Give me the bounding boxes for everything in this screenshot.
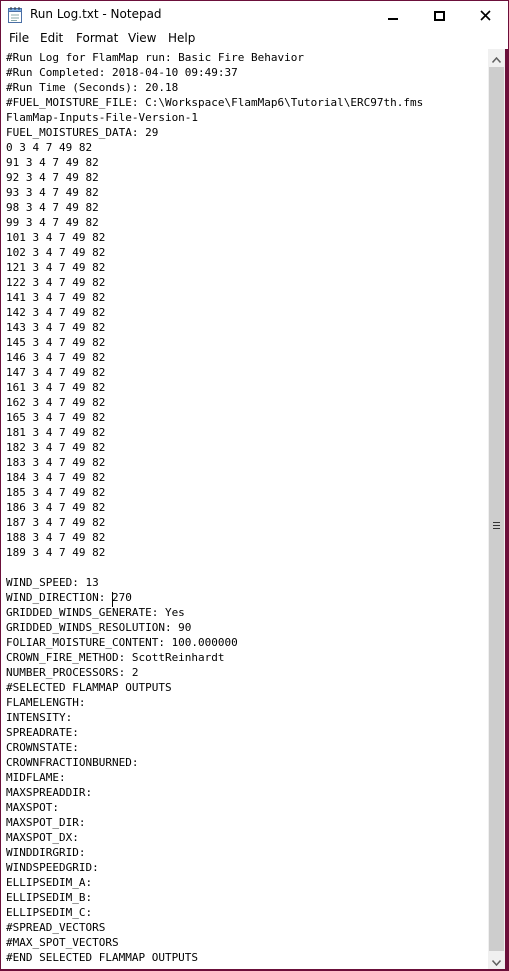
text-line: #SELECTED FLAMMAP OUTPUTS bbox=[6, 681, 172, 694]
text-line: 188 3 4 7 49 82 bbox=[6, 531, 106, 544]
text-line: ELLIPSEDIM_B: bbox=[6, 891, 93, 904]
notepad-window: Run Log.txt - Notepad File Edit Format V… bbox=[0, 0, 509, 971]
text-line: MIDFLAME: bbox=[6, 771, 66, 784]
text-line: CROWNFRACTIONBURNED: bbox=[6, 756, 139, 769]
close-button[interactable] bbox=[462, 1, 508, 30]
text-line: NUMBER_PROCESSORS: 2 bbox=[6, 666, 139, 679]
text-line: #Run Log for FlamMap run: Basic Fire Beh… bbox=[6, 51, 305, 64]
text-line: GRIDDED_WINDS_GENERATE: Yes bbox=[6, 606, 185, 619]
minimize-button[interactable] bbox=[370, 1, 416, 30]
text-line: 91 3 4 7 49 82 bbox=[6, 156, 99, 169]
maximize-icon bbox=[433, 6, 445, 25]
text-line: ELLIPSEDIM_C: bbox=[6, 906, 93, 919]
menu-view[interactable]: View bbox=[127, 31, 157, 45]
maximize-button[interactable] bbox=[416, 1, 462, 30]
text-line: MAXSPOT: bbox=[6, 801, 59, 814]
arrow-down-icon bbox=[491, 951, 502, 970]
text-line: 162 3 4 7 49 82 bbox=[6, 396, 106, 409]
text-line: WIND_DIRECTION: 270 bbox=[6, 591, 132, 604]
text-line: FlamMap-Inputs-File-Version-1 bbox=[6, 111, 199, 124]
window-title: Run Log.txt - Notepad bbox=[30, 7, 162, 21]
text-line: 165 3 4 7 49 82 bbox=[6, 411, 106, 424]
title-bar[interactable]: Run Log.txt - Notepad bbox=[1, 1, 508, 30]
text-line: 186 3 4 7 49 82 bbox=[6, 501, 106, 514]
text-line: 161 3 4 7 49 82 bbox=[6, 381, 106, 394]
text-line: 92 3 4 7 49 82 bbox=[6, 171, 99, 184]
text-line: MAXSPOT_DX: bbox=[6, 831, 79, 844]
text-editor[interactable]: #Run Log for FlamMap run: Basic Fire Beh… bbox=[1, 49, 488, 969]
text-line: 187 3 4 7 49 82 bbox=[6, 516, 106, 529]
text-line: CROWNSTATE: bbox=[6, 741, 79, 754]
text-line: #END SELECTED FLAMMAP OUTPUTS bbox=[6, 951, 199, 964]
text-line: 101 3 4 7 49 82 bbox=[6, 231, 106, 244]
text-line: WINDSPEEDGRID: bbox=[6, 861, 99, 874]
text-line: #SPREAD_VECTORS bbox=[6, 921, 106, 934]
notepad-icon bbox=[8, 7, 22, 23]
text-line: 102 3 4 7 49 82 bbox=[6, 246, 106, 259]
text-line: 183 3 4 7 49 82 bbox=[6, 456, 106, 469]
text-line: SPREADRATE: bbox=[6, 726, 79, 739]
text-line: 0 3 4 7 49 82 bbox=[6, 141, 93, 154]
menu-bar: File Edit Format View Help bbox=[1, 30, 508, 50]
text-line: #MAX_SPOT_VECTORS bbox=[6, 936, 119, 949]
text-line: 189 3 4 7 49 82 bbox=[6, 546, 106, 559]
text-line: FUEL_MOISTURES_DATA: 29 bbox=[6, 126, 159, 139]
text-line: 147 3 4 7 49 82 bbox=[6, 366, 106, 379]
text-line: 185 3 4 7 49 82 bbox=[6, 486, 106, 499]
text-line: #Run Completed: 2018-04-10 09:49:37 bbox=[6, 66, 238, 79]
scroll-down-button[interactable] bbox=[488, 952, 505, 969]
scrollbar-thumb[interactable] bbox=[489, 67, 504, 951]
text-line: 182 3 4 7 49 82 bbox=[6, 441, 106, 454]
arrow-up-icon bbox=[491, 48, 502, 67]
text-line: #FUEL_MOISTURE_FILE: C:\Workspace\FlamMa… bbox=[6, 96, 424, 109]
text-line: 146 3 4 7 49 82 bbox=[6, 351, 106, 364]
text-line: 122 3 4 7 49 82 bbox=[6, 276, 106, 289]
vertical-scrollbar[interactable] bbox=[488, 49, 505, 969]
text-line: 141 3 4 7 49 82 bbox=[6, 291, 106, 304]
menu-help[interactable]: Help bbox=[167, 31, 196, 45]
grip-icon bbox=[493, 514, 500, 529]
text-line: 184 3 4 7 49 82 bbox=[6, 471, 106, 484]
close-icon bbox=[479, 6, 491, 25]
menu-format[interactable]: Format bbox=[75, 31, 119, 45]
text-line: 145 3 4 7 49 82 bbox=[6, 336, 106, 349]
text-line: MAXSPREADDIR: bbox=[6, 786, 93, 799]
text-line: INTENSITY: bbox=[6, 711, 73, 724]
text-line: GRIDDED_WINDS_RESOLUTION: 90 bbox=[6, 621, 192, 634]
text-line: 99 3 4 7 49 82 bbox=[6, 216, 99, 229]
scroll-up-button[interactable] bbox=[488, 49, 505, 66]
text-line: 93 3 4 7 49 82 bbox=[6, 186, 99, 199]
text-line: CROWN_FIRE_METHOD: ScottReinhardt bbox=[6, 651, 225, 664]
text-line: 98 3 4 7 49 82 bbox=[6, 201, 99, 214]
text-line: ELLIPSEDIM_A: bbox=[6, 876, 93, 889]
minimize-icon bbox=[388, 6, 398, 25]
window-border bbox=[505, 49, 509, 971]
text-line: WINDDIRGRID: bbox=[6, 846, 86, 859]
text-line: WIND_SPEED: 13 bbox=[6, 576, 99, 589]
text-line: 121 3 4 7 49 82 bbox=[6, 261, 106, 274]
menu-edit[interactable]: Edit bbox=[39, 31, 64, 45]
text-line: 142 3 4 7 49 82 bbox=[6, 306, 106, 319]
text-line: #Run Time (Seconds): 20.18 bbox=[6, 81, 179, 94]
text-line: MAXSPOT_DIR: bbox=[6, 816, 86, 829]
text-line: FOLIAR_MOISTURE_CONTENT: 100.000000 bbox=[6, 636, 238, 649]
menu-file[interactable]: File bbox=[8, 31, 30, 45]
text-line: 181 3 4 7 49 82 bbox=[6, 426, 106, 439]
text-line: FLAMELENGTH: bbox=[6, 696, 86, 709]
text-line: 143 3 4 7 49 82 bbox=[6, 321, 106, 334]
